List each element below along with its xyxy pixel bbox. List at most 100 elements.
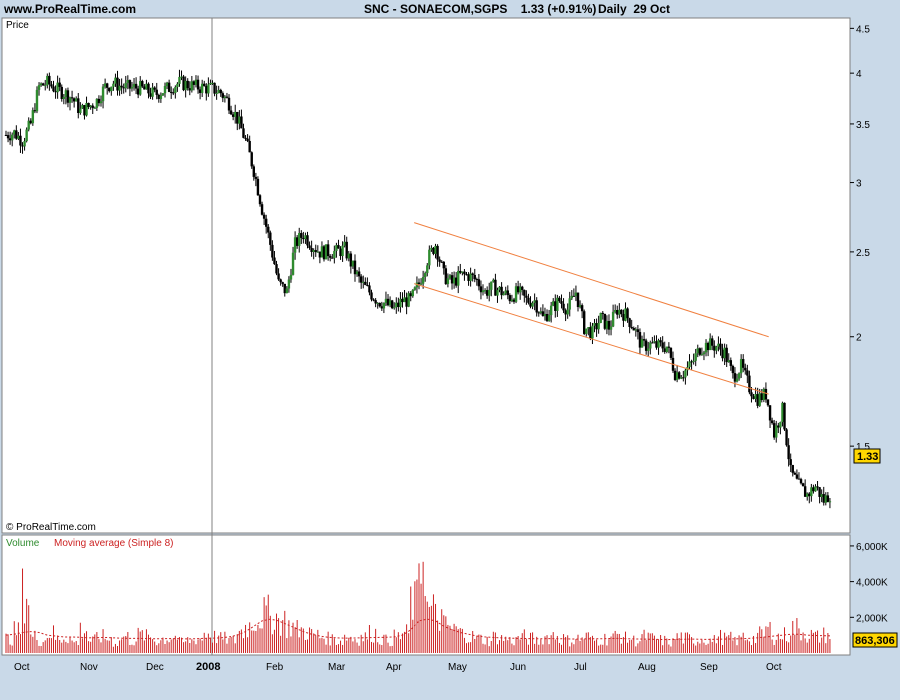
candle-body xyxy=(411,289,415,297)
candle-body xyxy=(285,288,289,294)
candle-body xyxy=(760,393,763,400)
candle-body xyxy=(521,286,524,290)
volume-ma-label: Moving average (Simple 8) xyxy=(54,538,174,549)
candle-body xyxy=(413,287,417,290)
candle-body xyxy=(147,83,150,94)
candle-body xyxy=(775,425,778,438)
candle-body xyxy=(312,250,315,252)
candle-body xyxy=(258,195,262,205)
candle-body xyxy=(770,420,774,424)
candle-body xyxy=(558,297,561,302)
last-volume-tag: 863,306 xyxy=(852,632,898,648)
candle-body xyxy=(632,328,635,331)
candle-body xyxy=(777,425,780,428)
candle-body xyxy=(221,93,225,99)
candle-body xyxy=(58,82,61,87)
candle-body xyxy=(75,98,78,102)
candle-body xyxy=(510,299,514,302)
candle-body xyxy=(488,289,491,296)
candle-body xyxy=(217,89,220,93)
candle-body xyxy=(562,303,565,311)
candle-body xyxy=(580,305,584,312)
candle-body xyxy=(719,343,722,350)
candle-body xyxy=(145,83,148,90)
candle-body xyxy=(599,312,602,323)
candle-body xyxy=(644,340,648,351)
candle-body xyxy=(231,114,235,117)
candle-body xyxy=(341,245,344,257)
candle-body xyxy=(170,91,173,93)
candle-body xyxy=(254,176,258,179)
candle-body xyxy=(23,141,26,147)
candle-body xyxy=(694,353,697,361)
candle-body xyxy=(461,271,464,273)
candle-body xyxy=(122,87,125,89)
candle-body xyxy=(27,120,30,130)
candle-body xyxy=(556,297,559,311)
candle-body xyxy=(362,281,365,283)
candle-body xyxy=(626,308,629,319)
candle-body xyxy=(112,83,115,87)
candle-body xyxy=(463,271,466,275)
candle-body xyxy=(248,140,251,153)
candle-body xyxy=(723,347,726,359)
candle-body xyxy=(440,261,443,263)
candle-body xyxy=(163,86,167,94)
candle-body xyxy=(500,286,503,296)
candle-body xyxy=(200,83,204,93)
candle-body xyxy=(498,286,501,290)
candle-body xyxy=(477,279,481,287)
candle-body xyxy=(79,108,82,114)
candle-body xyxy=(196,79,200,90)
candle-body xyxy=(452,277,456,284)
candle-body xyxy=(481,290,485,293)
candle-body xyxy=(742,359,745,368)
candle-body xyxy=(667,346,671,348)
candle-body xyxy=(793,472,797,475)
candle-body xyxy=(41,83,45,86)
candle-body xyxy=(291,252,295,275)
candle-body xyxy=(378,302,381,307)
candle-body xyxy=(810,487,813,497)
candle-body xyxy=(120,85,123,88)
candle-body xyxy=(822,494,825,503)
candle-body xyxy=(157,94,161,100)
candle-body xyxy=(492,279,495,282)
candle-body xyxy=(638,332,642,348)
candle-body xyxy=(386,298,390,306)
volume-axis: 2,000K 4,000K 6,000K xyxy=(850,542,888,624)
price-tick-label: 2 xyxy=(856,333,862,344)
candle-body xyxy=(744,367,747,371)
candle-body xyxy=(395,302,398,308)
candle-body xyxy=(287,279,291,289)
candle-body xyxy=(295,237,299,246)
candle-body xyxy=(574,292,578,297)
candle-body xyxy=(366,284,369,286)
candle-body xyxy=(407,293,410,307)
candle-body xyxy=(787,445,790,460)
candle-body xyxy=(764,388,768,400)
candle-body xyxy=(684,370,687,378)
candle-body xyxy=(795,474,799,479)
candle-body xyxy=(161,93,165,96)
candle-body xyxy=(172,92,175,94)
candle-body xyxy=(159,95,163,100)
candle-body xyxy=(60,86,63,99)
candle-body xyxy=(21,145,24,147)
candle-body xyxy=(227,97,231,111)
candle-body xyxy=(583,311,586,334)
volume-panel[interactable] xyxy=(1,534,851,656)
candle-body xyxy=(116,77,119,91)
chart-canvas[interactable]: Price © ProRealTime.com Volume Moving av… xyxy=(0,0,900,700)
candle-body xyxy=(469,273,472,281)
candle-body xyxy=(465,274,468,276)
candle-body xyxy=(339,248,342,257)
candle-body xyxy=(4,134,8,136)
last-volume-value: 863,306 xyxy=(855,635,895,647)
candle-body xyxy=(824,495,828,503)
candle-body xyxy=(306,235,309,246)
time-tick-label: Apr xyxy=(386,662,402,673)
candle-body xyxy=(448,275,452,279)
candle-body xyxy=(213,82,216,94)
candle-body xyxy=(388,300,392,306)
